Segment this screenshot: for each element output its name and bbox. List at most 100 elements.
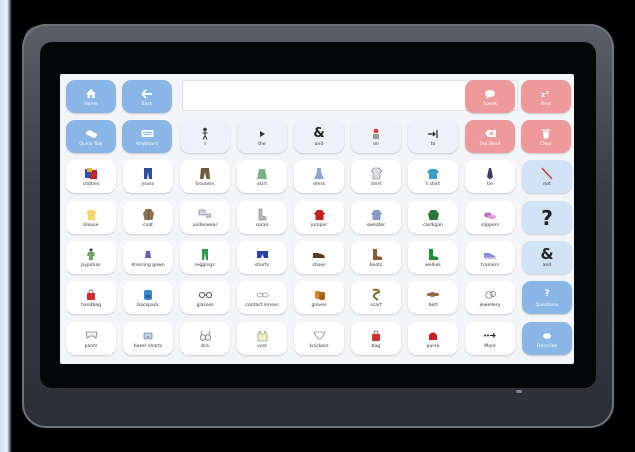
coat-icon bbox=[140, 208, 156, 222]
shorts-cell[interactable]: shorts bbox=[237, 241, 287, 274]
knickers-cell[interactable]: knickers bbox=[294, 322, 344, 355]
camera-icon bbox=[516, 390, 522, 393]
bag-cell[interactable]: bag bbox=[351, 322, 401, 355]
blouse-cell[interactable]: blouse bbox=[66, 201, 116, 234]
underwear-icon bbox=[197, 208, 213, 222]
vest-cell[interactable]: vest bbox=[237, 322, 287, 355]
shorts-icon bbox=[254, 248, 270, 262]
shirt-icon bbox=[368, 167, 384, 181]
question-cell[interactable]: ? bbox=[522, 201, 572, 234]
sweater-cell[interactable]: sweater bbox=[351, 201, 401, 234]
scarf-cell[interactable]: scarf bbox=[351, 281, 401, 314]
gloves-cell[interactable]: gloves bbox=[294, 281, 344, 314]
home-button[interactable]: Home bbox=[66, 80, 116, 113]
jumper-cell[interactable]: jumper bbox=[294, 201, 344, 234]
clothes-cell[interactable]: clothes bbox=[66, 160, 116, 193]
leggings-cell[interactable]: leggings bbox=[180, 241, 230, 274]
bag-icon bbox=[368, 329, 384, 343]
underwear-cell[interactable]: underwear bbox=[180, 201, 230, 234]
not-cell[interactable]: not bbox=[522, 160, 572, 193]
question-mark-icon: ? bbox=[541, 205, 553, 230]
trousers-icon bbox=[197, 167, 213, 181]
tie-icon bbox=[482, 167, 498, 181]
contact-lenses-icon bbox=[254, 288, 270, 302]
scarf-icon bbox=[368, 288, 384, 302]
contact-lenses-cell[interactable]: contact lenses bbox=[237, 281, 287, 314]
skirt-cell[interactable]: skirt bbox=[237, 160, 287, 193]
person-icon bbox=[197, 127, 213, 141]
svg-text:z: z bbox=[541, 91, 545, 99]
dressing-gown-icon bbox=[140, 248, 156, 262]
and-side-cell[interactable]: & and bbox=[522, 241, 572, 274]
socks-cell[interactable]: socks bbox=[237, 201, 287, 234]
cardigan-icon bbox=[425, 208, 441, 222]
bra-icon bbox=[197, 329, 213, 343]
tie-cell[interactable]: tie bbox=[465, 160, 515, 193]
belt-icon bbox=[425, 288, 441, 302]
pyjamas-cell[interactable]: pyjamas bbox=[66, 241, 116, 274]
speech-bubble-icon bbox=[482, 87, 498, 101]
pants-icon bbox=[83, 329, 99, 343]
keyboard-button[interactable]: Keyboard bbox=[122, 120, 172, 153]
back-button[interactable]: Back bbox=[122, 80, 172, 113]
svg-text:z: z bbox=[546, 90, 549, 96]
core-word-the[interactable]: the bbox=[237, 120, 287, 153]
shoes-icon bbox=[311, 248, 327, 262]
shirt-cell[interactable]: shirt bbox=[351, 160, 401, 193]
trainers-icon bbox=[482, 248, 498, 262]
chat-icon bbox=[83, 127, 99, 141]
questions-button[interactable]: ? Questions bbox=[522, 281, 572, 314]
more-button[interactable]: More bbox=[465, 322, 515, 355]
to-arrow-icon bbox=[425, 127, 441, 141]
aac-screen: Home Back Speak zz Rest Quick Talk Keybo… bbox=[60, 74, 574, 364]
describe-button[interactable]: Describe bbox=[522, 322, 572, 355]
clear-button[interactable]: Clear bbox=[521, 120, 571, 153]
dressing-gown-cell[interactable]: dressing gown bbox=[123, 241, 173, 274]
cardigan-cell[interactable]: cardigan bbox=[408, 201, 458, 234]
leggings-icon bbox=[197, 248, 213, 262]
core-word-on[interactable]: on bbox=[351, 120, 401, 153]
sleep-icon: zz bbox=[538, 87, 554, 101]
shoes-cell[interactable]: shoes bbox=[294, 241, 344, 274]
boxer-shorts-cell[interactable]: boxer shorts bbox=[123, 322, 173, 355]
boots-cell[interactable]: boots bbox=[351, 241, 401, 274]
glasses-cell[interactable]: glasses bbox=[180, 281, 230, 314]
bin-icon bbox=[538, 127, 554, 141]
del-word-button[interactable]: Del Word bbox=[465, 120, 515, 153]
describe-icon bbox=[539, 329, 555, 343]
trousers-cell[interactable]: trousers bbox=[180, 160, 230, 193]
dress-icon bbox=[311, 167, 327, 181]
dress-cell[interactable]: dress bbox=[294, 160, 344, 193]
question-mark-icon: ? bbox=[544, 289, 550, 299]
jewellery-cell[interactable]: jewellery bbox=[465, 281, 515, 314]
bra-cell[interactable]: bra bbox=[180, 322, 230, 355]
keyboard-icon bbox=[139, 127, 155, 141]
rest-button[interactable]: zz Rest bbox=[521, 80, 571, 113]
wellies-cell[interactable]: wellies bbox=[408, 241, 458, 274]
core-word-and[interactable]: & and bbox=[294, 120, 344, 153]
t-shirt-icon bbox=[425, 167, 441, 181]
jumper-icon bbox=[311, 208, 327, 222]
clothes-icon bbox=[83, 167, 99, 181]
delete-arrow-icon bbox=[482, 127, 498, 141]
handbag-cell[interactable]: handbag bbox=[66, 281, 116, 314]
jeans-cell[interactable]: jeans bbox=[123, 160, 173, 193]
pants-cell[interactable]: pants bbox=[66, 322, 116, 355]
t-shirt-cell[interactable]: t shirt bbox=[408, 160, 458, 193]
speak-button[interactable]: Speak bbox=[465, 80, 515, 113]
jewellery-icon bbox=[482, 288, 498, 302]
pyjamas-icon bbox=[83, 248, 99, 262]
backpack-cell[interactable]: backpack bbox=[123, 281, 173, 314]
purse-cell[interactable]: purse bbox=[408, 322, 458, 355]
core-word-i[interactable]: I bbox=[180, 120, 230, 153]
slippers-cell[interactable]: slippers bbox=[465, 201, 515, 234]
coat-cell[interactable]: coat bbox=[123, 201, 173, 234]
blouse-icon bbox=[83, 208, 99, 222]
belt-cell[interactable]: belt bbox=[408, 281, 458, 314]
trainers-cell[interactable]: trainers bbox=[465, 241, 515, 274]
boxer-shorts-icon bbox=[140, 329, 156, 343]
vest-icon bbox=[254, 329, 270, 343]
back-arrow-icon bbox=[139, 87, 155, 101]
quick-talk-button[interactable]: Quick Talk bbox=[66, 120, 116, 153]
core-word-to[interactable]: to bbox=[408, 120, 458, 153]
